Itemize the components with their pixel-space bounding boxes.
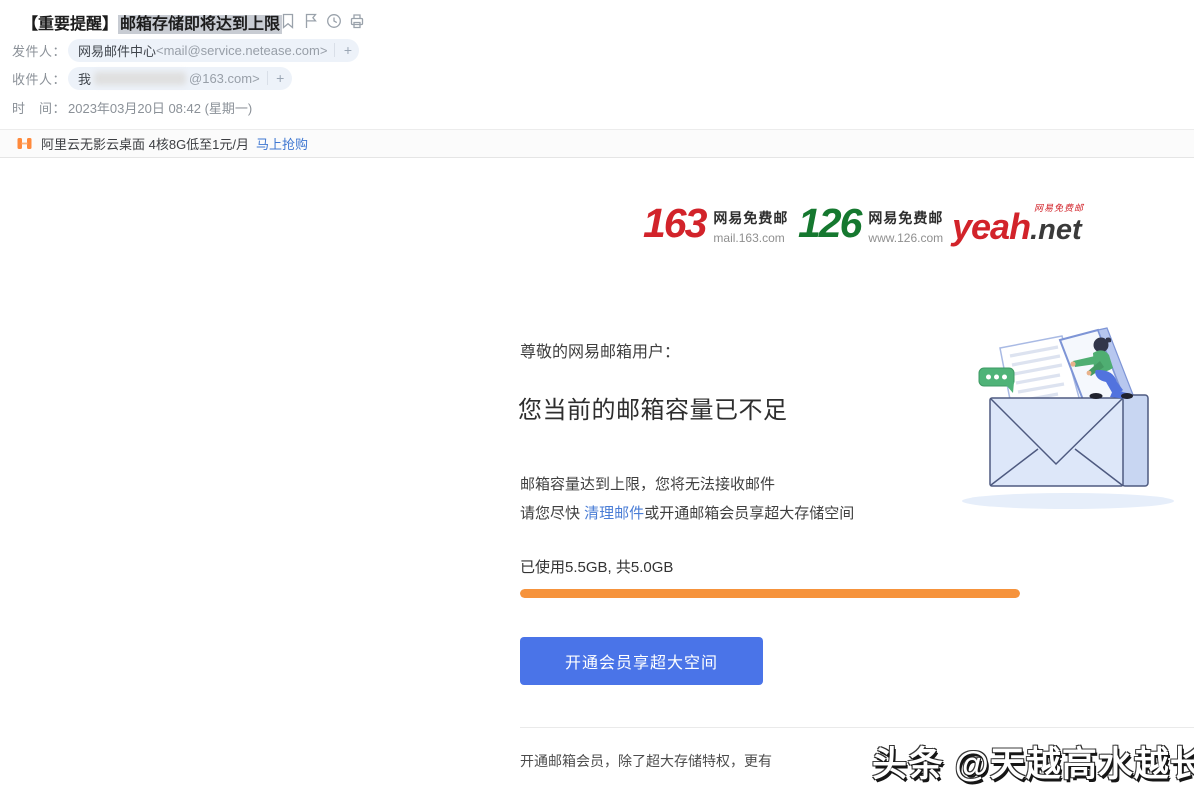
aliyun-logo-icon <box>17 136 32 151</box>
subject-highlighted-text: 邮箱存储即将达到上限 <box>118 15 282 34</box>
add-from-contact-button[interactable]: + <box>336 39 359 62</box>
to-name: 我 <box>78 69 91 88</box>
logo-126-number: 126 <box>798 204 860 243</box>
body-line-1: 邮箱容量达到上限，您将无法接收邮件 <box>520 473 775 494</box>
logo-yeah-net: 网易免费邮 yeah .net <box>952 201 1082 245</box>
to-email-suffix: @163.com> <box>189 71 260 86</box>
add-to-contact-button[interactable]: + <box>269 67 292 90</box>
body-line-2-suffix: 或开通邮箱会员享超大存储空间 <box>644 505 854 522</box>
mail-subject: 【重要提醒】邮箱存储即将达到上限 <box>22 10 282 34</box>
toutiao-watermark: 头条 @天越高水越长 <box>872 736 1194 787</box>
logo-126: 126 网易免费邮 www.126.com <box>798 204 943 245</box>
footer-text: 开通邮箱会员，除了超大存储特权，更有 <box>520 751 772 771</box>
upgrade-cta-button[interactable]: 开通会员享超大空间 <box>520 637 763 685</box>
logo-126-caption: 网易免费邮 <box>868 208 943 228</box>
clean-mail-link[interactable]: 清理邮件 <box>584 505 644 522</box>
time-label: 时 间： <box>12 98 68 117</box>
pill-divider <box>267 71 268 85</box>
logo-yeah-suffix: .net <box>1030 216 1082 245</box>
ad-banner: 阿里云无影云桌面 4核8G低至1元/月 马上抢购 <box>0 129 1194 158</box>
footer-divider <box>520 727 1194 728</box>
from-email: <mail@service.netease.com> <box>156 43 327 58</box>
logo-163-caption: 网易免费邮 <box>713 208 788 228</box>
time-value: 2023年03月20日 08:42 (星期一) <box>68 98 252 117</box>
mail-read-page: 【重要提醒】邮箱存储即将达到上限 发件人： 网易邮件中心 <mail@servi… <box>0 0 1194 787</box>
storage-progress-fill <box>520 589 1020 598</box>
redacted-email-blur <box>94 72 186 85</box>
storage-usage-text: 已使用5.5GB, 共5.0GB <box>520 556 673 577</box>
subject-prefix: 【重要提醒】 <box>22 16 118 33</box>
subject-toolbar <box>280 13 365 29</box>
to-row: 收件人： 我 @163.com> + <box>12 66 292 90</box>
printer-icon[interactable] <box>349 13 365 29</box>
logo-163-domain: mail.163.com <box>713 231 788 245</box>
from-name: 网易邮件中心 <box>78 41 156 60</box>
body-line-2: 请您尽快 清理邮件或开通邮箱会员享超大存储空间 <box>520 502 854 523</box>
headline-text: 您当前的邮箱容量已不足 <box>518 390 788 425</box>
pill-divider <box>334 43 335 57</box>
clock-icon[interactable] <box>326 13 342 29</box>
flag-icon[interactable] <box>303 13 319 29</box>
ad-link[interactable]: 马上抢购 <box>256 134 308 153</box>
body-line-2-prefix: 请您尽快 <box>520 505 584 522</box>
from-contact-pill[interactable]: 网易邮件中心 <mail@service.netease.com> + <box>68 39 359 62</box>
logo-126-domain: www.126.com <box>868 231 943 245</box>
bookmark-icon[interactable] <box>280 13 296 29</box>
storage-progress-bar <box>520 589 1020 598</box>
to-contact-pill[interactable]: 我 @163.com> + <box>68 67 292 90</box>
logo-yeah-main: yeah <box>952 209 1030 245</box>
time-row: 时 间： 2023年03月20日 08:42 (星期一) <box>12 95 252 119</box>
ad-text: 阿里云无影云桌面 4核8G低至1元/月 <box>41 134 249 153</box>
mailbox-full-illustration <box>950 320 1194 518</box>
from-row: 发件人： 网易邮件中心 <mail@service.netease.com> + <box>12 38 359 62</box>
logo-163-number: 163 <box>643 204 705 243</box>
logo-yeah-caption: 网易免费邮 <box>1034 201 1084 214</box>
logo-163: 163 网易免费邮 mail.163.com <box>643 204 788 245</box>
greeting-text: 尊敬的网易邮箱用户： <box>520 338 680 362</box>
from-label: 发件人： <box>12 41 68 60</box>
to-label: 收件人： <box>12 69 68 88</box>
